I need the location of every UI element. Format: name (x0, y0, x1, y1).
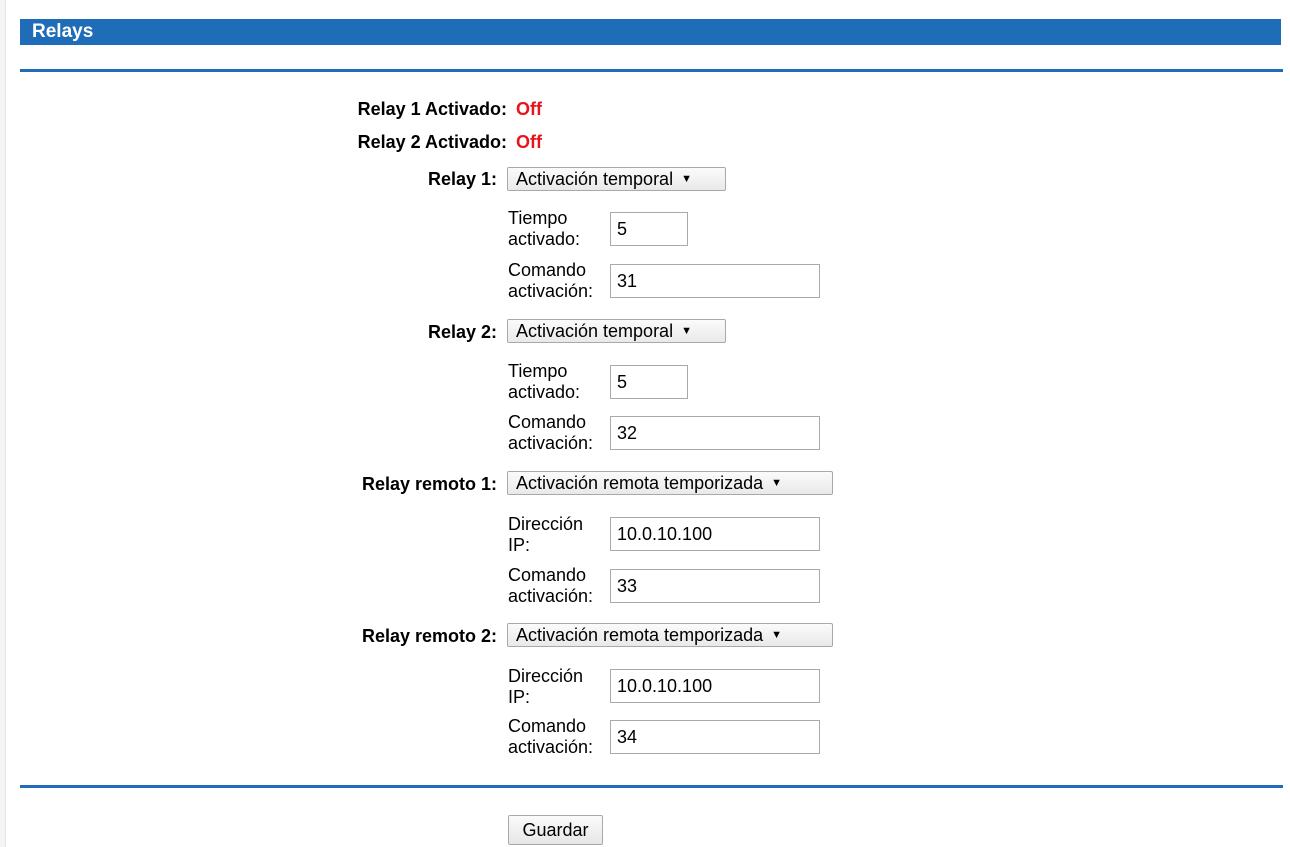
remote-relay-1-ip-label: Dirección IP: (508, 514, 584, 555)
remote-relay-1-mode-value: Activación remota temporizada (516, 472, 764, 493)
relay-2-command-label: Comando activación: (508, 412, 594, 453)
remote-relay-2-mode-select[interactable]: Activación remota temporizada ▼ (507, 623, 833, 647)
relay-1-mode-value: Activación temporal (516, 168, 674, 189)
remote-relay-2-mode-value: Activación remota temporizada (516, 624, 764, 645)
relay-1-mode-select[interactable]: Activación temporal ▼ (507, 167, 726, 191)
relay-1-command-label: Comando activación: (508, 260, 594, 301)
dropdown-triangle-icon: ▼ (681, 173, 692, 185)
remote-relay-1-command-label: Comando activación: (508, 565, 594, 606)
remote-relay-1-mode-select[interactable]: Activación remota temporizada ▼ (507, 471, 833, 495)
relay-2-mode-select[interactable]: Activación temporal ▼ (507, 319, 726, 343)
bottom-divider (20, 785, 1283, 788)
relay-1-status-value: Off (516, 99, 542, 119)
relay-2-time-input[interactable] (610, 365, 688, 399)
save-button[interactable]: Guardar (508, 815, 603, 845)
dropdown-triangle-icon: ▼ (771, 629, 783, 641)
relay-2-command-input[interactable] (610, 416, 820, 450)
remote-relay-2-label: Relay remoto 2: (361, 626, 497, 646)
remote-relay-2-command-input[interactable] (610, 720, 820, 754)
relay-2-time-label: Tiempo activado: (508, 361, 581, 402)
remote-relay-1-label: Relay remoto 1: (361, 474, 497, 494)
relay-2-mode-value: Activación temporal (516, 320, 674, 341)
remote-relay-2-command-label: Comando activación: (508, 716, 594, 757)
remote-relay-1-ip-input[interactable] (610, 517, 820, 551)
relay-2-status-label: Relay 2 Activado: (357, 132, 507, 152)
remote-relay-2-ip-label: Dirección IP: (508, 666, 584, 707)
dropdown-triangle-icon: ▼ (681, 325, 692, 337)
relay-1-command-input[interactable] (610, 264, 820, 298)
section-title: Relays (32, 21, 94, 42)
dropdown-triangle-icon: ▼ (771, 477, 783, 489)
left-panel-edge (0, 0, 6, 847)
top-divider (20, 69, 1283, 72)
relay-1-label: Relay 1: (427, 169, 497, 189)
remote-relay-2-ip-input[interactable] (610, 669, 820, 703)
remote-relay-1-command-input[interactable] (610, 569, 820, 603)
relay-1-status-label: Relay 1 Activado: (357, 99, 507, 119)
section-header: Relays (20, 19, 1281, 45)
relay-2-label: Relay 2: (427, 322, 497, 342)
relay-1-time-input[interactable] (610, 212, 688, 246)
relay-1-time-label: Tiempo activado: (508, 208, 581, 249)
relay-2-status-value: Off (516, 132, 542, 152)
